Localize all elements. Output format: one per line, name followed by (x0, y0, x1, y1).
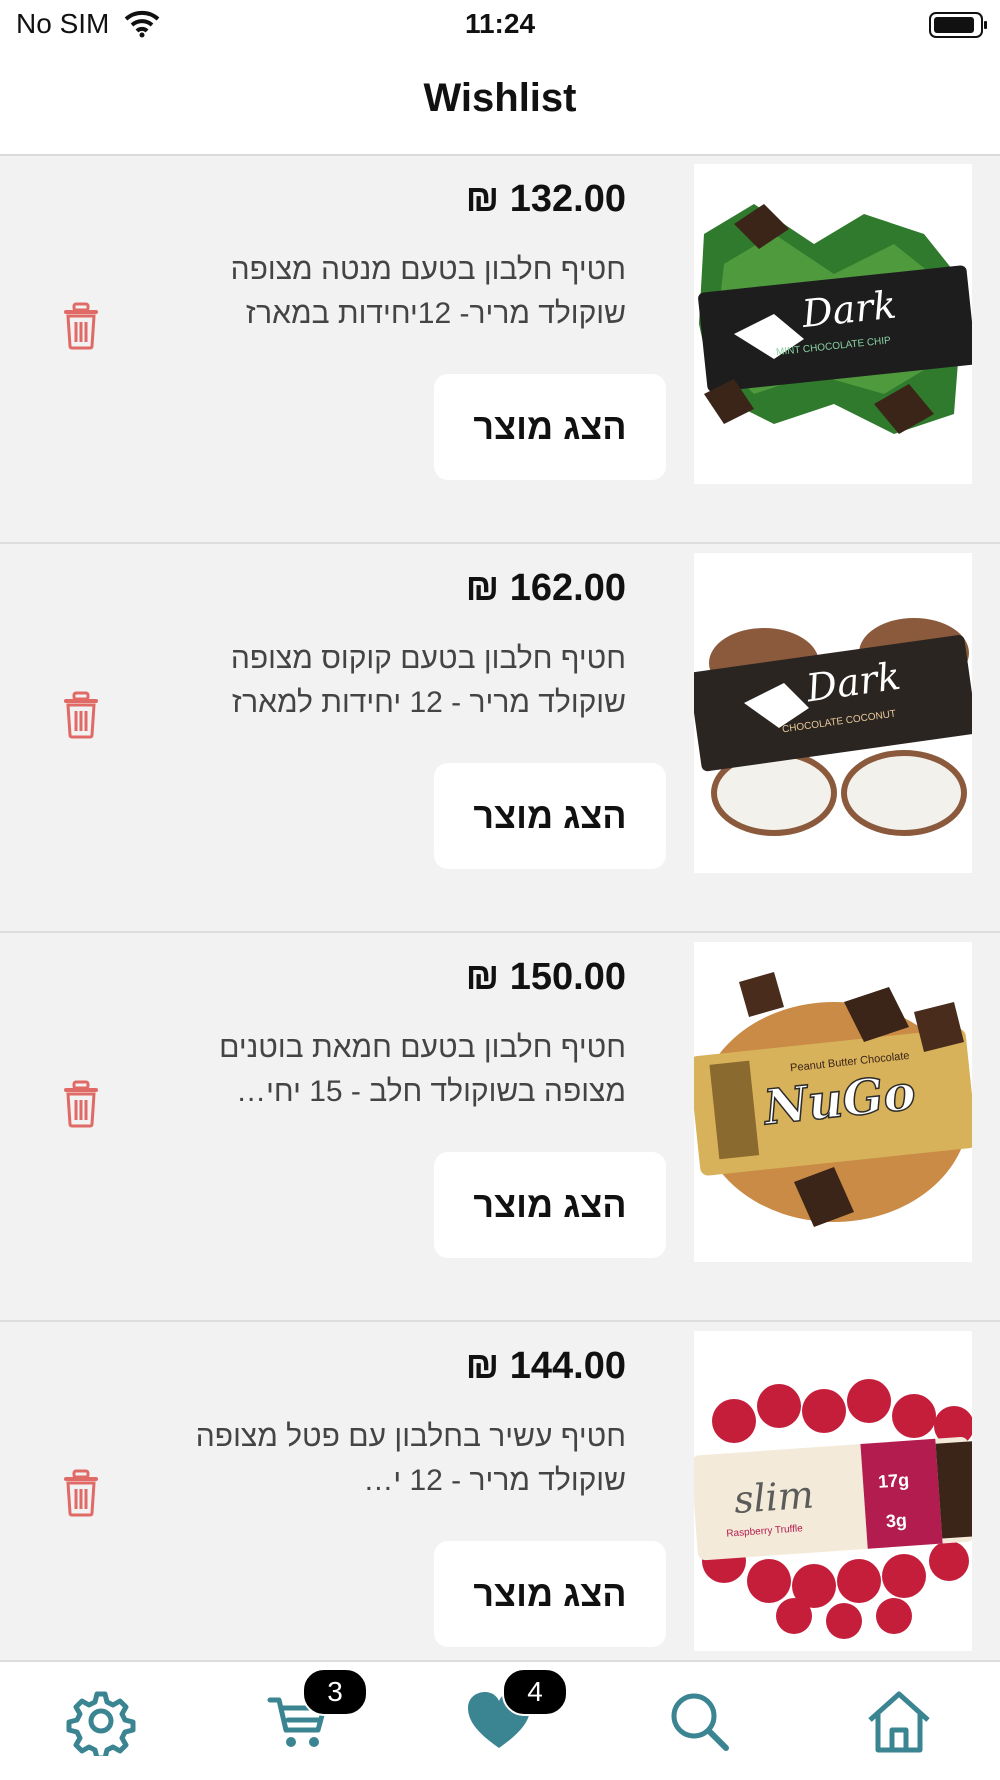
svg-text:17g: 17g (877, 1470, 909, 1492)
search-icon[interactable] (664, 1686, 734, 1756)
trash-icon[interactable] (60, 1469, 102, 1517)
settings-icon[interactable] (66, 1686, 136, 1756)
view-product-button[interactable]: הצג מוצר (434, 763, 666, 869)
svg-text:3g: 3g (885, 1510, 907, 1531)
product-price: ₪ 144.00 (465, 1345, 626, 1387)
trash-icon[interactable] (60, 691, 102, 739)
product-description: חטיף חלבון בטעם חמאת בוטנים מצופה בשוקול… (219, 1031, 626, 1108)
page-title: Wishlist (423, 76, 577, 120)
product-image[interactable]: slim Raspberry Truffle 17g 3g (694, 1331, 972, 1651)
product-price: ₪ 150.00 (465, 956, 626, 998)
trash-icon[interactable] (60, 1080, 102, 1128)
view-product-button[interactable]: הצג מוצר (434, 374, 666, 480)
list-item: Dark MINT CHOCOLATE CHIP ₪ 132.00 חטיף ח… (0, 156, 1000, 544)
product-price: ₪ 132.00 (465, 178, 626, 220)
product-description: חטיף עשיר בחלבון עם פטל מצופה שוקולד מרי… (195, 1420, 626, 1497)
svg-text:slim: slim (732, 1472, 815, 1521)
product-description: חטיף חלבון בטעם מנטה מצופה שוקולד מריר- … (230, 253, 626, 330)
view-product-button[interactable]: הצג מוצר (434, 1152, 666, 1258)
product-image[interactable]: Dark CHOCOLATE COCONUT (694, 553, 972, 873)
product-image[interactable]: NuGo Peanut Butter Chocolate (694, 942, 972, 1262)
product-image[interactable]: Dark MINT CHOCOLATE CHIP (694, 164, 972, 484)
view-product-button[interactable]: הצג מוצר (434, 1541, 666, 1647)
status-bar: No SIM 11:24 (0, 0, 1000, 50)
trash-icon[interactable] (60, 302, 102, 350)
list-item: slim Raspberry Truffle 17g 3g ₪ 144.00 ח… (0, 1323, 1000, 1660)
product-price: ₪ 162.00 (465, 567, 626, 609)
clock: 11:24 (464, 8, 536, 39)
wishlist-count-badge: 4 (502, 1668, 568, 1716)
home-icon[interactable] (864, 1686, 934, 1756)
product-description: חטיף חלבון בטעם קוקוס מצופה שוקולד מריר … (230, 642, 626, 719)
list-item: Dark CHOCOLATE COCONUT ₪ 162.00 חטיף חלב… (0, 545, 1000, 933)
nav-bar: Wishlist (0, 50, 1000, 156)
list-item: NuGo Peanut Butter Chocolate ₪ 150.00 חט… (0, 934, 1000, 1322)
tab-bar: 3 4 (0, 1660, 1000, 1780)
battery-icon (929, 12, 987, 38)
cart-count-badge: 3 (302, 1668, 368, 1716)
wishlist-list[interactable]: Dark MINT CHOCOLATE CHIP ₪ 132.00 חטיף ח… (0, 156, 1000, 1660)
